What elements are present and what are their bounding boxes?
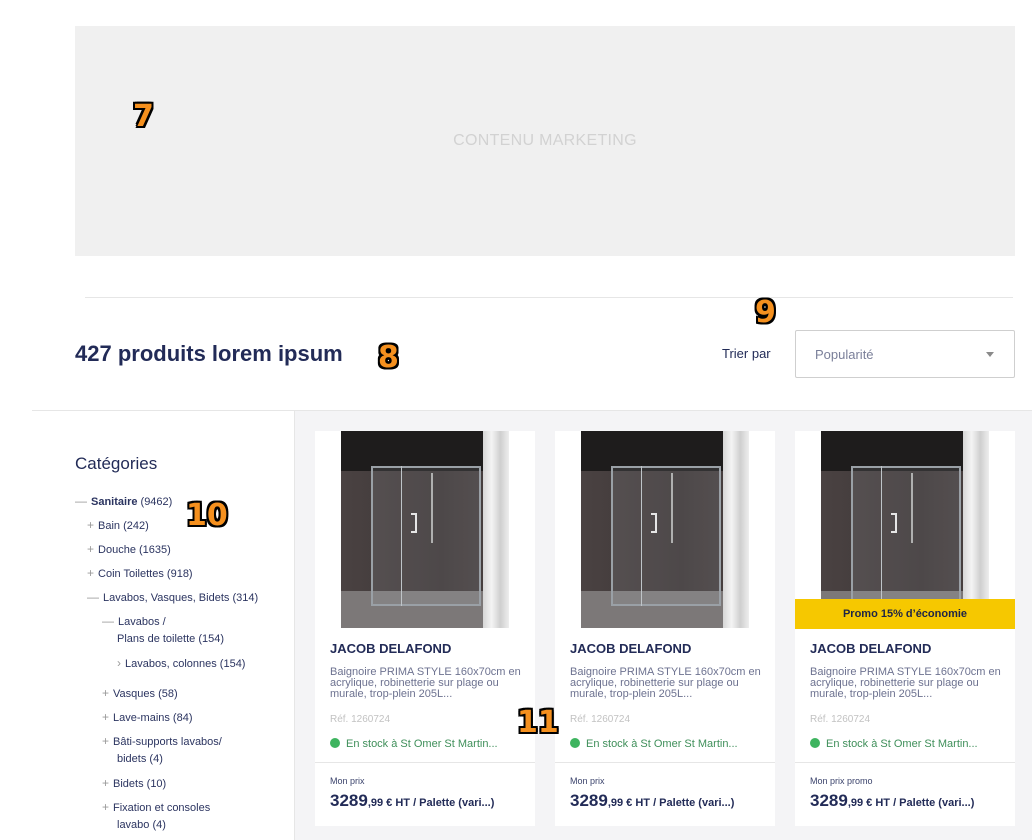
sidebar-item-bain[interactable]: + Bain (242) (87, 516, 149, 535)
product-card[interactable]: Promo 15% d’économie JACOB DELAFOND Baig… (795, 431, 1015, 826)
sidebar-item-fixation-consoles[interactable]: + Fixation et consoles (102, 798, 210, 817)
product-brand[interactable]: JACOB DELAFOND (570, 641, 691, 656)
sidebar-item-lave-mains[interactable]: + Lave-mains (84) (102, 708, 193, 727)
annotation-10: 10 (186, 498, 228, 533)
chevron-right-icon: › (117, 656, 121, 670)
chevron-down-icon (986, 352, 994, 357)
annotation-8: 8 (378, 340, 399, 375)
stock-status: En stock à St Omer St Martin... (570, 738, 765, 750)
expand-icon: + (87, 566, 95, 580)
product-brand[interactable]: JACOB DELAFOND (330, 641, 451, 656)
marketing-text: CONTENU MARKETING (453, 132, 637, 149)
expand-icon: + (102, 776, 110, 790)
annotation-9: 9 (755, 295, 776, 330)
sidebar-item-lavabos-colonnes[interactable]: › Lavabos, colonnes (154) (117, 654, 245, 673)
divider (315, 762, 535, 763)
sidebar-item-bati-supports-line2[interactable]: bidets (4) (117, 750, 163, 768)
expand-icon: + (87, 518, 95, 532)
product-card[interactable]: JACOB DELAFOND Baignoire PRIMA STYLE 160… (315, 431, 535, 826)
product-image[interactable] (581, 431, 749, 628)
sidebar-item-lavabos-plans-line2[interactable]: Plans de toilette (154) (117, 630, 224, 648)
price-label: Mon prix (330, 776, 365, 786)
stock-status: En stock à St Omer St Martin... (330, 738, 525, 750)
product-price: 3289,99 € HT / Palette (vari...) (330, 791, 495, 810)
price-label: Mon prix promo (810, 776, 873, 786)
product-ref: Réf. 1260724 (810, 714, 871, 725)
sort-select[interactable]: Popularité (795, 330, 1015, 378)
results-title: 427 produits lorem ipsum (75, 341, 343, 366)
price-label: Mon prix (570, 776, 605, 786)
sidebar-item-lavabos-vasques-bidets[interactable]: — Lavabos, Vasques, Bidets (314) (87, 588, 258, 607)
sidebar-item-bidets[interactable]: + Bidets (10) (102, 774, 166, 793)
divider (555, 762, 775, 763)
marketing-banner[interactable]: CONTENU MARKETING (75, 26, 1015, 256)
product-price: 3289,99 € HT / Palette (vari...) (810, 791, 975, 810)
product-price: 3289,99 € HT / Palette (vari...) (570, 791, 735, 810)
product-ref: Réf. 1260724 (330, 714, 391, 725)
sidebar-item-fixation-consoles-line2[interactable]: lavabo (4) (117, 816, 166, 834)
product-image[interactable] (341, 431, 509, 628)
collapse-icon: — (75, 494, 87, 508)
product-card[interactable]: JACOB DELAFOND Baignoire PRIMA STYLE 160… (555, 431, 775, 826)
expand-icon: + (102, 800, 110, 814)
sidebar-item-sanitaire[interactable]: — Sanitaire (9462) (75, 492, 172, 511)
stock-dot-icon (810, 738, 820, 748)
stock-dot-icon (330, 738, 340, 748)
product-description[interactable]: Baignoire PRIMA STYLE 160x70cm en acryli… (330, 667, 522, 703)
sidebar-item-vasques[interactable]: + Vasques (58) (102, 684, 178, 703)
product-description[interactable]: Baignoire PRIMA STYLE 160x70cm en acryli… (570, 667, 762, 703)
collapse-icon: — (87, 590, 99, 604)
divider (795, 762, 1015, 763)
expand-icon: + (102, 686, 110, 700)
product-brand[interactable]: JACOB DELAFOND (810, 641, 931, 656)
sort-label: Trier par (722, 346, 771, 361)
annotation-11: 11 (517, 705, 559, 740)
sidebar-item-lavabos-plans[interactable]: — Lavabos / (102, 612, 166, 631)
sidebar-item-bati-supports[interactable]: + Bâti-supports lavabos/ (102, 732, 222, 751)
stock-dot-icon (570, 738, 580, 748)
product-description[interactable]: Baignoire PRIMA STYLE 160x70cm en acryli… (810, 667, 1002, 703)
expand-icon: + (102, 734, 110, 748)
sidebar-item-douche[interactable]: + Douche (1635) (87, 540, 171, 559)
sidebar-item-coin-toilettes[interactable]: + Coin Toilettes (918) (87, 564, 193, 583)
expand-icon: + (102, 710, 110, 724)
stock-status: En stock à St Omer St Martin... (810, 738, 1005, 750)
collapse-icon: — (102, 614, 114, 628)
divider (85, 297, 1013, 298)
promo-badge: Promo 15% d’économie (795, 599, 1015, 629)
product-ref: Réf. 1260724 (570, 714, 631, 725)
expand-icon: + (87, 542, 95, 556)
sort-select-value: Popularité (815, 347, 874, 362)
categories-title: Catégories (75, 454, 158, 473)
annotation-7: 7 (133, 99, 154, 134)
